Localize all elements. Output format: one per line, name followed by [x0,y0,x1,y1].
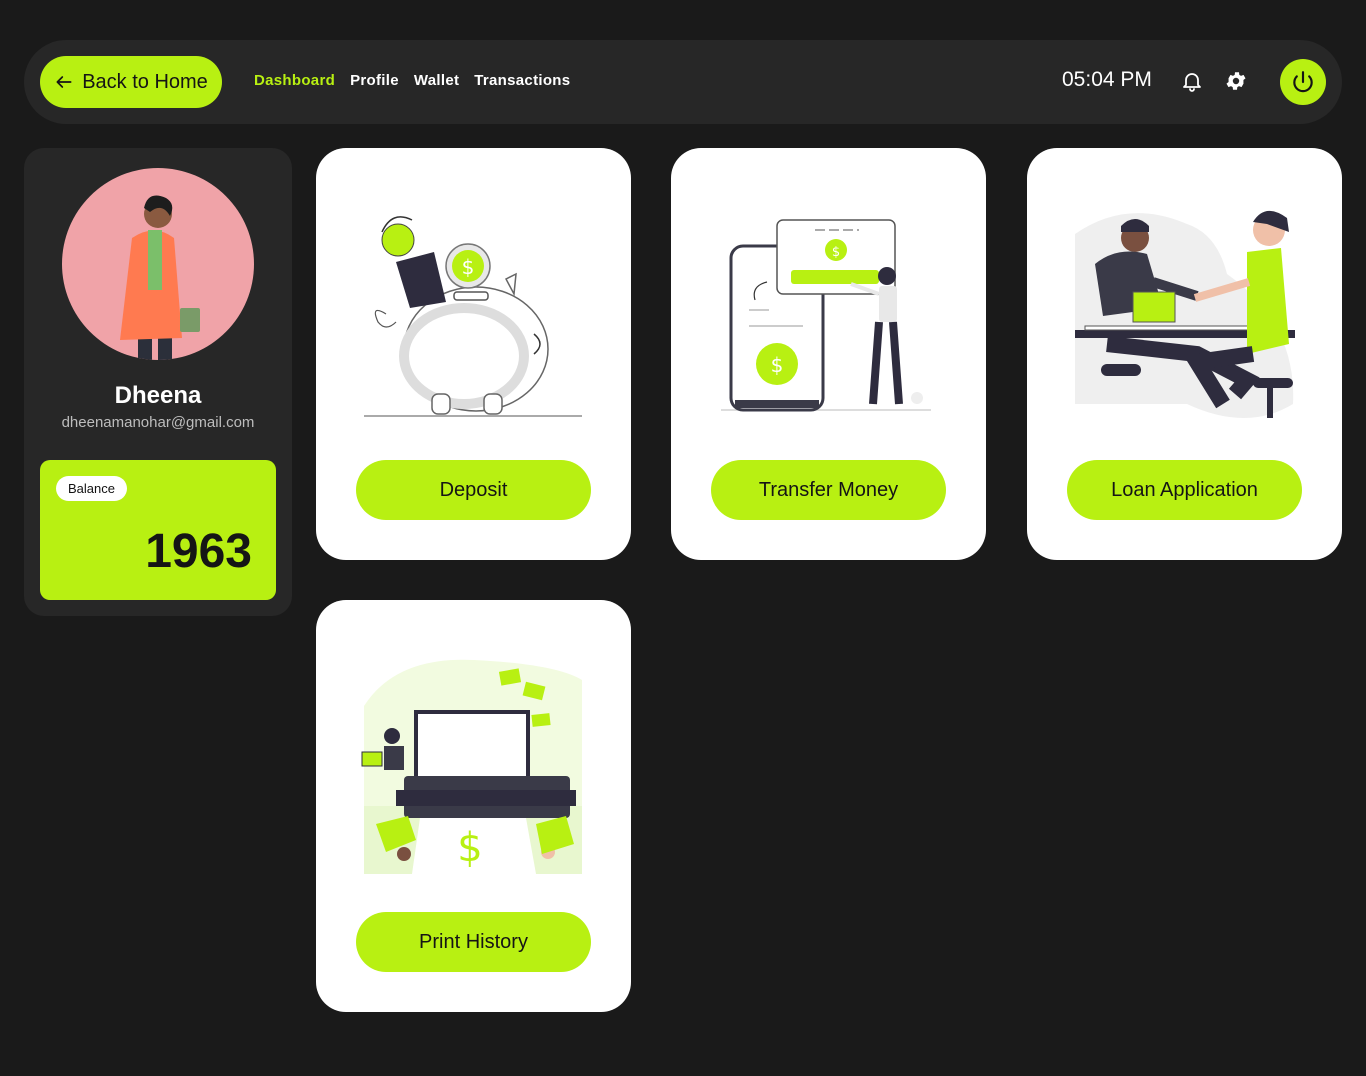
power-icon [1293,71,1313,93]
handshake-illustration [1075,210,1295,418]
profile-panel: Dheena dheenamanohar@gmail.com Balance 1… [24,148,292,616]
person-illustration [120,195,200,360]
bell-icon[interactable] [1180,69,1204,93]
mobile-transfer-illustration: $ $ [721,219,931,412]
piggy-bank-illustration: $ [364,216,582,417]
top-navigation-bar: Back to Home Dashboard Profile Wallet Tr… [24,40,1342,124]
main-nav: Dashboard Profile Wallet Transactions [254,72,570,89]
nav-dashboard[interactable]: Dashboard [254,72,335,89]
balance-card: Balance 1963 [40,460,276,600]
svg-text:$: $ [771,353,784,377]
nav-wallet[interactable]: Wallet [414,72,459,89]
avatar [62,168,254,360]
print-history-button[interactable]: Print History [356,912,591,972]
print-history-card: $ Print History [316,600,631,1012]
transfer-money-button[interactable]: Transfer Money [711,460,946,520]
balance-value: 1963 [145,525,252,578]
arrow-left-icon [56,76,72,88]
loan-application-button[interactable]: Loan Application [1067,460,1302,520]
back-to-home-button[interactable]: Back to Home [40,56,222,108]
balance-label: Balance [56,476,127,501]
nav-transactions[interactable]: Transactions [474,72,570,89]
transfer-money-card: $ $ Transfer Money [671,148,986,560]
deposit-button[interactable]: Deposit [356,460,591,520]
logout-button[interactable] [1280,59,1326,105]
user-name: Dheena [114,382,202,409]
back-to-home-label: Back to Home [82,70,208,93]
nav-profile[interactable]: Profile [350,72,399,89]
deposit-card: $ Deposit [316,148,631,560]
svg-text:$: $ [832,245,840,260]
svg-text:$: $ [462,255,475,279]
svg-text:$: $ [457,825,482,871]
loan-application-card: Loan Application [1027,148,1342,560]
clock: 05:04 PM [1062,68,1152,91]
gear-icon[interactable] [1224,69,1248,93]
user-email: dheenamanohar@gmail.com [61,414,255,431]
printer-illustration: $ [361,659,582,874]
